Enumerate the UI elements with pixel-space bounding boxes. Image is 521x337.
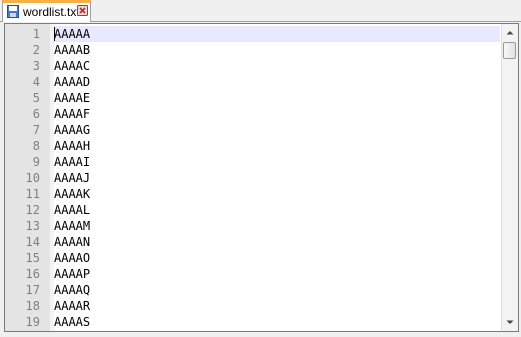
- editor-line[interactable]: 3 AAAAC: [5, 58, 500, 74]
- line-content-area[interactable]: AAAAS: [54, 314, 500, 330]
- line-number: 19: [25, 315, 40, 329]
- line-text: AAAAI: [54, 155, 91, 169]
- scrollbar-thumb[interactable]: [503, 42, 516, 59]
- line-content-area[interactable]: AAAAA: [54, 26, 500, 42]
- line-number: 12: [25, 203, 40, 217]
- line-number: 18: [25, 299, 40, 313]
- editor-line[interactable]: 19 AAAAS: [5, 314, 500, 330]
- line-text: AAAAC: [54, 59, 91, 73]
- line-text: AAAAN: [54, 235, 91, 249]
- line-text: AAAAA: [54, 27, 91, 41]
- line-text: AAAAH: [54, 139, 91, 153]
- line-content-area[interactable]: AAAAJ: [54, 170, 500, 186]
- editor-line[interactable]: 4 AAAAD: [5, 74, 500, 90]
- scroll-down-arrow-icon[interactable]: [502, 314, 518, 331]
- line-content-area[interactable]: AAAAO: [54, 250, 500, 266]
- line-number: 17: [25, 283, 40, 297]
- editor-line[interactable]: 6 AAAAF: [5, 106, 500, 122]
- line-number: 8: [32, 139, 40, 153]
- line-number: 4: [32, 75, 40, 89]
- editor-line[interactable]: 12 AAAAL: [5, 202, 500, 218]
- editor-lines: 1 AAAAA 2 AAAAB 3 AAAAC 4 AAAAD 5 AAAAE 6 AAAAF 7 AAA…: [5, 26, 500, 330]
- line-content-area[interactable]: AAAAC: [54, 58, 500, 74]
- editor-line[interactable]: 8 AAAAH: [5, 138, 500, 154]
- line-text: AAAAD: [54, 75, 91, 89]
- line-number: 13: [25, 219, 40, 233]
- line-text: AAAAB: [54, 43, 91, 57]
- editor-line[interactable]: 7 AAAAG: [5, 122, 500, 138]
- editor-line[interactable]: 1 AAAAA: [5, 26, 500, 42]
- editor-line[interactable]: 14 AAAAN: [5, 234, 500, 250]
- line-content-area[interactable]: AAAAG: [54, 122, 500, 138]
- line-text: AAAAM: [54, 219, 91, 233]
- line-number: 11: [25, 187, 40, 201]
- tab-bar: wordlist.txt: [0, 0, 521, 22]
- line-text: AAAAJ: [54, 171, 91, 185]
- editor-line[interactable]: 13 AAAAM: [5, 218, 500, 234]
- line-number: 15: [25, 251, 40, 265]
- line-content-area[interactable]: AAAAB: [54, 42, 500, 58]
- editor-line[interactable]: 9 AAAAI: [5, 154, 500, 170]
- save-disk-icon: [7, 5, 19, 18]
- line-content-area[interactable]: AAAAN: [54, 234, 500, 250]
- line-text: AAAAQ: [54, 283, 91, 297]
- line-number: 3: [32, 59, 40, 73]
- editor-line[interactable]: 2 AAAAB: [5, 42, 500, 58]
- line-number: 16: [25, 267, 40, 281]
- line-content-area[interactable]: AAAAQ: [54, 282, 500, 298]
- line-number: 7: [32, 123, 40, 137]
- line-number: 10: [25, 171, 40, 185]
- line-content-area[interactable]: AAAAE: [54, 90, 500, 106]
- line-number: 5: [32, 91, 40, 105]
- close-icon[interactable]: [77, 5, 88, 16]
- line-content-area[interactable]: AAAAH: [54, 138, 500, 154]
- line-text: AAAAL: [54, 203, 91, 217]
- line-content-area[interactable]: AAAAK: [54, 186, 500, 202]
- editor-line[interactable]: 10 AAAAJ: [5, 170, 500, 186]
- editor-line[interactable]: 16 AAAAP: [5, 266, 500, 282]
- line-number: 14: [25, 235, 40, 249]
- editor-line[interactable]: 15 AAAAO: [5, 250, 500, 266]
- line-number: 6: [32, 107, 40, 121]
- tab-wordlist[interactable]: wordlist.txt: [2, 0, 91, 22]
- text-editor[interactable]: 1 AAAAA 2 AAAAB 3 AAAAC 4 AAAAD 5 AAAAE 6 AAAAF 7 AAA…: [4, 23, 519, 332]
- line-text: AAAAF: [54, 107, 91, 121]
- line-content-area[interactable]: AAAAD: [54, 74, 500, 90]
- scroll-up-arrow-icon[interactable]: [502, 24, 518, 41]
- line-text: AAAAK: [54, 187, 91, 201]
- vertical-scrollbar[interactable]: [501, 24, 518, 331]
- editor-line[interactable]: 18 AAAAR: [5, 298, 500, 314]
- line-text: AAAAR: [54, 299, 91, 313]
- line-content-area[interactable]: AAAAF: [54, 106, 500, 122]
- line-text: AAAAS: [54, 315, 91, 329]
- line-content-area[interactable]: AAAAM: [54, 218, 500, 234]
- line-text: AAAAE: [54, 91, 91, 105]
- editor-line[interactable]: 17 AAAAQ: [5, 282, 500, 298]
- line-text: AAAAP: [54, 267, 91, 281]
- line-content-area[interactable]: AAAAI: [54, 154, 500, 170]
- line-content-area[interactable]: AAAAL: [54, 202, 500, 218]
- line-number: 1: [32, 27, 40, 41]
- editor-line[interactable]: 5 AAAAE: [5, 90, 500, 106]
- line-number: 2: [32, 43, 40, 57]
- tab-label: wordlist.txt: [23, 5, 80, 19]
- line-text: AAAAO: [54, 251, 91, 265]
- line-content-area[interactable]: AAAAP: [54, 266, 500, 282]
- line-number: 9: [32, 155, 40, 169]
- text-caret: [54, 27, 55, 41]
- line-text: AAAAG: [54, 123, 91, 137]
- line-content-area[interactable]: AAAAR: [54, 298, 500, 314]
- editor-line[interactable]: 11 AAAAK: [5, 186, 500, 202]
